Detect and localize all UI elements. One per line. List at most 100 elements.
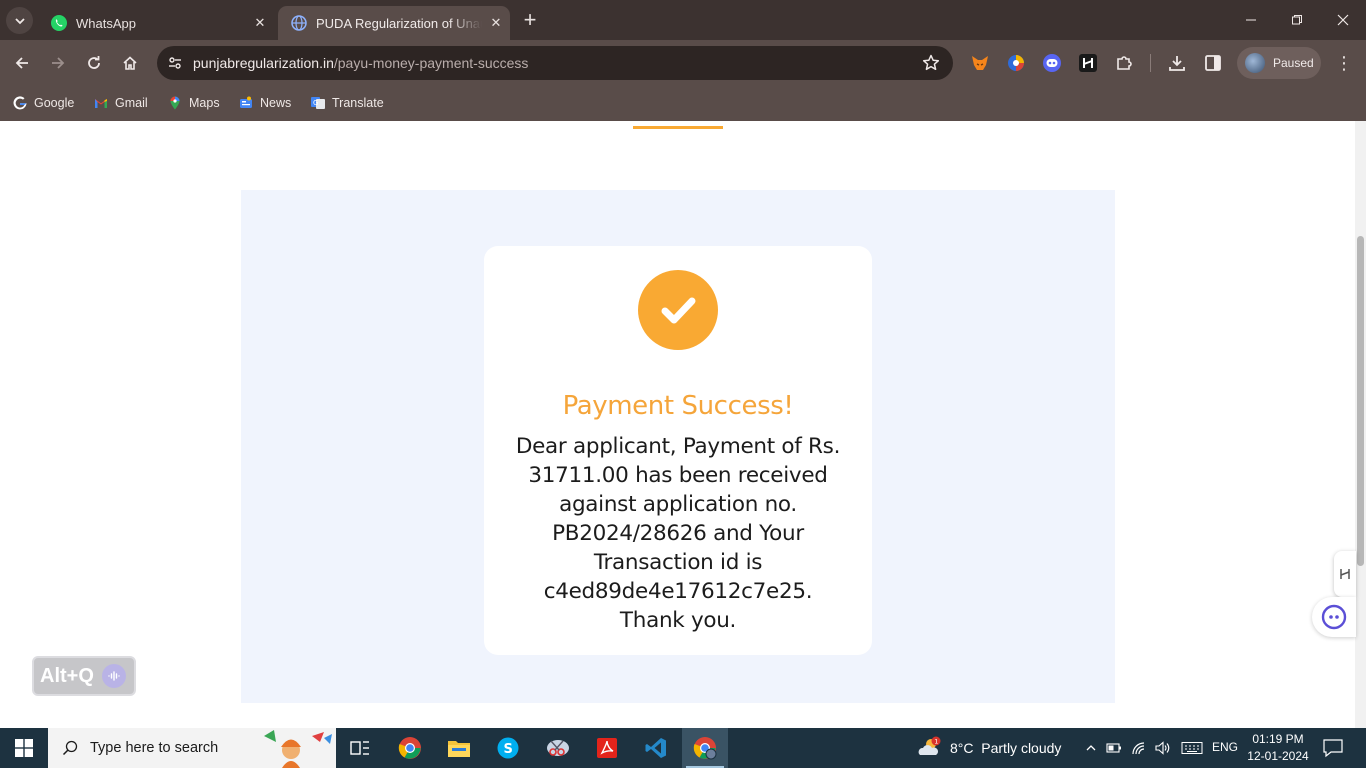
close-icon bbox=[1337, 14, 1349, 26]
speaker-icon bbox=[1155, 741, 1170, 755]
more-menu-icon[interactable]: ⋮ bbox=[1334, 52, 1354, 74]
chrome-icon bbox=[693, 737, 717, 760]
metamask-extension-icon[interactable] bbox=[969, 52, 991, 74]
start-button[interactable] bbox=[0, 728, 48, 768]
reload-icon bbox=[88, 56, 100, 69]
folder-icon bbox=[448, 741, 470, 757]
scissors-icon bbox=[547, 740, 569, 756]
weather-text: 8°C Partly cloudy bbox=[950, 740, 1062, 756]
h-logo-icon bbox=[1340, 569, 1350, 579]
page-scrollbar[interactable] bbox=[1355, 121, 1366, 728]
taskbar-snipping-tool[interactable] bbox=[535, 728, 581, 768]
success-panel: Payment Success! Dear applicant, Payment… bbox=[241, 190, 1115, 703]
show-hidden-icons-button[interactable] bbox=[1082, 739, 1100, 757]
fox-icon bbox=[972, 56, 988, 70]
header-accent-line bbox=[633, 126, 723, 129]
chrome-icon bbox=[398, 737, 421, 759]
download-icon bbox=[1169, 56, 1185, 71]
success-heading: Payment Success! bbox=[562, 391, 794, 421]
h-logo-icon bbox=[1079, 54, 1097, 72]
pdf-icon bbox=[597, 738, 617, 758]
restore-button[interactable] bbox=[1274, 8, 1320, 32]
downloads-button[interactable] bbox=[1166, 52, 1188, 74]
taskbar-skype[interactable]: S bbox=[485, 728, 531, 768]
success-check-icon bbox=[638, 270, 718, 350]
tab-search-button[interactable] bbox=[6, 7, 33, 34]
new-tab-button[interactable]: + bbox=[518, 9, 542, 33]
battery-tray-icon[interactable] bbox=[1105, 739, 1123, 757]
profile-button[interactable]: Paused bbox=[1237, 47, 1321, 79]
taskbar-vscode[interactable] bbox=[633, 728, 679, 768]
bookmark-translate[interactable]: G Translate bbox=[310, 92, 384, 114]
h-extension-icon[interactable] bbox=[1077, 52, 1099, 74]
keyboard-tray-icon[interactable] bbox=[1180, 739, 1204, 757]
taskbar-search-box[interactable]: Type here to search bbox=[48, 728, 336, 768]
gmail-icon bbox=[93, 95, 109, 111]
side-panel-button[interactable] bbox=[1202, 52, 1224, 74]
site-info-button[interactable] bbox=[163, 51, 187, 75]
reload-button[interactable] bbox=[80, 49, 108, 77]
success-card: Payment Success! Dear applicant, Payment… bbox=[484, 246, 872, 655]
title-bar: WhatsApp ✕ PUDA Regularization of Unauth… bbox=[0, 0, 1366, 40]
tab-title: WhatsApp bbox=[76, 15, 136, 31]
chevron-down-icon bbox=[14, 17, 25, 24]
windows-logo-icon bbox=[15, 739, 33, 757]
home-button[interactable] bbox=[116, 49, 144, 77]
bookmark-google[interactable]: Google bbox=[12, 92, 74, 114]
page-viewport: Payment Success! Dear applicant, Payment… bbox=[0, 121, 1366, 728]
url-text[interactable]: punjabregularization.in/payu-money-payme… bbox=[193, 55, 528, 71]
svg-text:G: G bbox=[313, 99, 318, 107]
chevron-up-icon bbox=[1086, 745, 1096, 751]
tab-puda[interactable]: PUDA Regularization of Unauthorized ✕ bbox=[278, 6, 510, 40]
discord-extension-icon[interactable] bbox=[1041, 52, 1063, 74]
browser-toolbar: punjabregularization.in/payu-money-payme… bbox=[0, 40, 1366, 86]
search-placeholder: Type here to search bbox=[90, 740, 219, 756]
close-window-button[interactable] bbox=[1320, 8, 1366, 32]
close-icon[interactable]: ✕ bbox=[482, 15, 510, 31]
back-button[interactable] bbox=[8, 49, 36, 77]
globe-icon bbox=[291, 15, 307, 31]
color-extension-icon[interactable] bbox=[1005, 52, 1027, 74]
minimize-icon bbox=[1246, 19, 1256, 21]
clock-date: 12-01-2024 bbox=[1247, 749, 1309, 763]
weather-widget[interactable]: 1 8°C Partly cloudy bbox=[916, 728, 1061, 768]
taskbar-acrobat[interactable] bbox=[584, 728, 630, 768]
bookmark-label: Google bbox=[34, 96, 75, 110]
shortcut-label: Alt+Q bbox=[40, 664, 94, 687]
home-icon bbox=[123, 56, 137, 70]
taskbar-chrome-profile[interactable] bbox=[682, 728, 728, 768]
alt-q-shortcut-widget[interactable]: Alt+Q bbox=[32, 656, 136, 696]
bookmarks-bar: Google Gmail Maps News G Translate bbox=[0, 86, 1366, 121]
network-tray-icon[interactable] bbox=[1130, 739, 1148, 757]
svg-text:S: S bbox=[504, 742, 513, 757]
assistant-widget-button[interactable] bbox=[1312, 597, 1356, 637]
bookmark-news[interactable]: News bbox=[238, 92, 291, 114]
taskbar-chrome[interactable] bbox=[387, 728, 433, 768]
address-bar[interactable]: punjabregularization.in/payu-money-payme… bbox=[157, 46, 953, 80]
volume-tray-icon[interactable] bbox=[1154, 739, 1172, 757]
minimize-button[interactable] bbox=[1228, 8, 1274, 32]
taskbar-file-explorer[interactable] bbox=[436, 728, 482, 768]
extensions-button[interactable] bbox=[1113, 52, 1135, 74]
task-view-icon bbox=[350, 741, 369, 755]
bookmark-label: News bbox=[260, 96, 292, 110]
partly-cloudy-icon: 1 bbox=[916, 735, 942, 761]
scrollbar-thumb[interactable] bbox=[1357, 236, 1364, 566]
forward-button[interactable] bbox=[44, 49, 72, 77]
notification-icon bbox=[1323, 739, 1343, 758]
side-extension-tab[interactable] bbox=[1334, 551, 1356, 597]
bookmark-maps[interactable]: Maps bbox=[167, 92, 220, 114]
bookmark-label: Maps bbox=[189, 96, 220, 110]
url-path: /payu-money-payment-success bbox=[333, 55, 529, 71]
success-message: Dear applicant, Payment of Rs. 31711.00 … bbox=[515, 434, 841, 633]
search-icon bbox=[62, 740, 78, 756]
bookmark-gmail[interactable]: Gmail bbox=[93, 92, 148, 114]
task-view-button[interactable] bbox=[337, 728, 383, 768]
system-clock[interactable]: 01:19 PM 12-01-2024 bbox=[1246, 731, 1310, 765]
tab-whatsapp[interactable]: WhatsApp ✕ bbox=[38, 6, 274, 40]
clock-time: 01:19 PM bbox=[1252, 732, 1304, 746]
close-icon[interactable]: ✕ bbox=[246, 15, 274, 31]
notification-center-button[interactable] bbox=[1322, 738, 1344, 758]
input-language[interactable]: ENG bbox=[1212, 740, 1238, 754]
star-icon[interactable] bbox=[921, 53, 941, 73]
